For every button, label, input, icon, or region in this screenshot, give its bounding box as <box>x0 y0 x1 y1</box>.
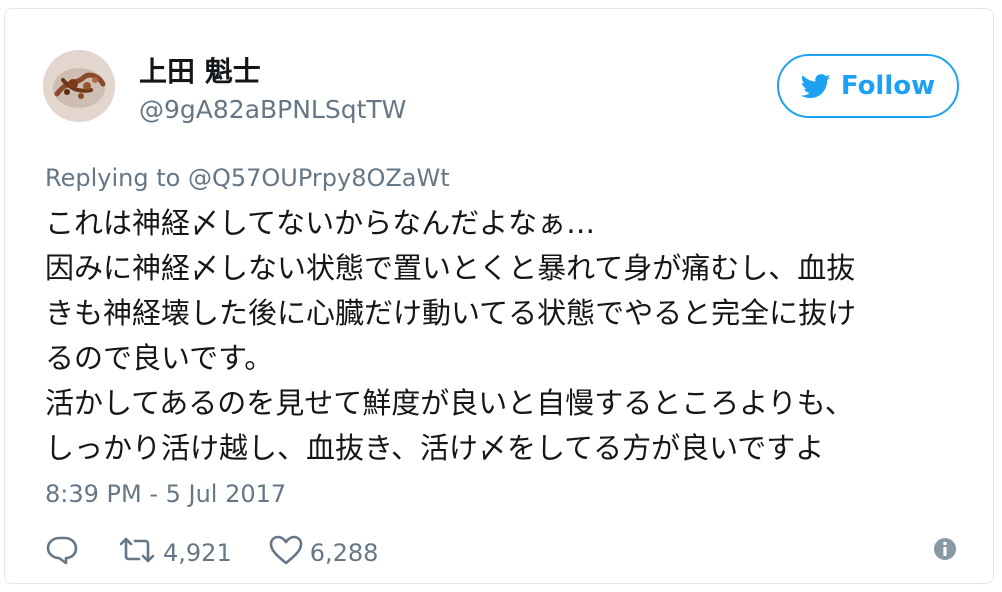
tweet-text-line: るので良いです。 <box>45 341 274 375</box>
action-bar: 4,921 6,288 <box>45 533 378 573</box>
replying-prefix: Replying to <box>45 164 181 192</box>
retweet-icon <box>117 535 157 571</box>
avatar[interactable] <box>43 50 115 122</box>
heart-icon <box>268 534 304 572</box>
reply-mention-link[interactable]: @Q57OUPrpy8OZaWt <box>188 164 450 192</box>
retweet-count: 4,921 <box>163 539 232 567</box>
follow-label: Follow <box>840 71 936 101</box>
info-icon[interactable] <box>931 535 959 563</box>
retweet-button[interactable]: 4,921 <box>117 533 232 573</box>
tweet-text-line: 因みに神経〆しない状態で置いとくと暴れて身が痛むし、血抜 <box>45 251 856 285</box>
tweet-text-line: これは神経〆してないからなんだよなぁ… <box>45 206 596 240</box>
follow-button[interactable]: Follow <box>777 54 959 118</box>
tweet-text-line: 活かしてあるのを見せて鮮度が良いと自慢するところよりも、 <box>45 386 854 420</box>
screen-name[interactable]: @9gA82aBPNLSqtTW <box>139 95 406 125</box>
twitter-bird-icon <box>800 73 831 99</box>
timestamp-link[interactable]: 8:39 PM - 5 Jul 2017 <box>45 479 286 509</box>
avatar-image <box>43 50 115 122</box>
reply-icon <box>45 534 79 572</box>
like-button[interactable]: 6,288 <box>268 533 379 573</box>
display-name[interactable]: 上田 魁士 <box>139 55 261 89</box>
tweet-card: 上田 魁士 @9gA82aBPNLSqtTW Follow Replying t… <box>4 8 994 584</box>
tweet-text: これは神経〆してないからなんだよなぁ… 因みに神経〆しない状態で置いとくと暴れて… <box>45 201 965 471</box>
tweet-text-line: しっかり活け越し、血抜き、活け〆をしてる方が良いですよ <box>45 431 825 465</box>
reply-button[interactable] <box>45 533 79 573</box>
tweet-text-line: きも神経壊した後に心臓だけ動いてる状態でやると完全に抜け <box>45 296 857 330</box>
like-count: 6,288 <box>309 539 379 567</box>
reply-context: Replying to @Q57OUPrpy8OZaWt <box>45 163 450 193</box>
